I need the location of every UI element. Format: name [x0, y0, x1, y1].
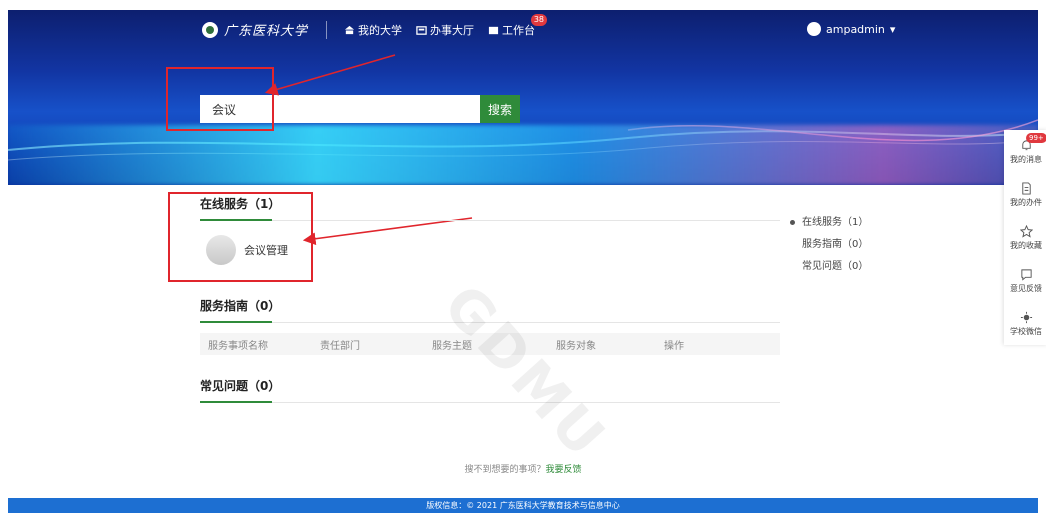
- column-header: 服务主题: [432, 340, 472, 352]
- section-faq-title: 常见问题（0）: [200, 377, 780, 403]
- nav-label: 我的大学: [358, 24, 402, 37]
- column-header: 责任部门: [320, 340, 360, 352]
- message-count-badge: 99+: [1026, 133, 1046, 143]
- nav-workbench[interactable]: 工作台 38: [488, 14, 547, 38]
- dock-favorites[interactable]: 我的收藏: [1004, 216, 1046, 259]
- workbench-icon: [488, 26, 499, 34]
- feedback-hint: 搜不到想要的事项？我要反馈: [0, 462, 1046, 475]
- username: ampadmin: [826, 22, 885, 36]
- university-icon: [344, 25, 355, 34]
- anchor-online[interactable]: 在线服务（1）: [790, 216, 868, 238]
- dock-feedback[interactable]: 意见反馈: [1004, 259, 1046, 302]
- caret-down-icon: ▾: [889, 22, 896, 36]
- feedback-link[interactable]: 我要反馈: [546, 465, 582, 475]
- dock-label: 意见反馈: [1010, 283, 1042, 293]
- workbench-badge: 38: [530, 14, 547, 26]
- feedback-icon: [1020, 268, 1032, 281]
- logo-text: 广东医科大学: [224, 24, 309, 39]
- section-guide-title: 服务指南（0）: [200, 297, 780, 323]
- logo-emblem-icon: [202, 21, 218, 38]
- nav-service-hall[interactable]: 办事大厅: [416, 22, 474, 38]
- hall-icon: [416, 25, 427, 35]
- footer: 版权信息：© 2021 广东医科大学教育技术与信息中心: [8, 498, 1038, 513]
- dock-label: 我的办件: [1010, 197, 1042, 207]
- anchor-faq[interactable]: 常见问题（0）: [790, 260, 868, 282]
- section-anchor-nav: 在线服务（1） 服务指南（0） 常见问题（0）: [790, 216, 868, 282]
- top-bar: 广东医科大学 我的大学 办事大厅 工作台 38 ampadmin ▾: [8, 10, 1038, 46]
- nav-label: 工作台: [502, 24, 535, 37]
- anchor-guide[interactable]: 服务指南（0）: [790, 238, 868, 260]
- dock-messages[interactable]: 99+ 我的消息: [1004, 130, 1046, 173]
- dock-label: 我的收藏: [1010, 240, 1042, 250]
- column-header: 操作: [664, 340, 684, 352]
- school-logo[interactable]: 广东医科大学: [202, 20, 328, 39]
- hero-banner: 广东医科大学 我的大学 办事大厅 工作台 38 ampadmin ▾: [8, 10, 1038, 185]
- hint-text: 搜不到想要的事项？: [464, 465, 546, 475]
- column-header: 服务事项名称: [208, 340, 268, 352]
- dock-label: 学校微信: [1010, 326, 1042, 336]
- dock-label: 我的消息: [1010, 154, 1042, 164]
- search-button[interactable]: 搜索: [480, 95, 520, 123]
- document-icon: [1021, 181, 1031, 195]
- floating-dock: 99+ 我的消息 我的办件 我的收藏 意见反馈 学校微信: [1004, 130, 1046, 345]
- annotation-box-service: [168, 192, 313, 282]
- banner-glow: [8, 125, 1038, 185]
- dock-wechat[interactable]: 学校微信: [1004, 302, 1046, 345]
- logo-divider: [326, 20, 328, 39]
- column-header: 服务对象: [556, 340, 596, 352]
- annotation-box-search: [166, 67, 274, 131]
- user-menu[interactable]: ampadmin ▾: [807, 22, 895, 36]
- avatar: [807, 22, 821, 36]
- nav-my-university[interactable]: 我的大学: [344, 22, 402, 38]
- top-nav: 我的大学 办事大厅 工作台 38: [344, 14, 547, 38]
- nav-label: 办事大厅: [430, 24, 474, 37]
- star-icon: [1019, 224, 1033, 238]
- wechat-icon: [1020, 311, 1032, 323]
- guide-table-header: 服务事项名称 责任部门 服务主题 服务对象 操作: [200, 333, 780, 355]
- dock-my-cases[interactable]: 我的办件: [1004, 173, 1046, 216]
